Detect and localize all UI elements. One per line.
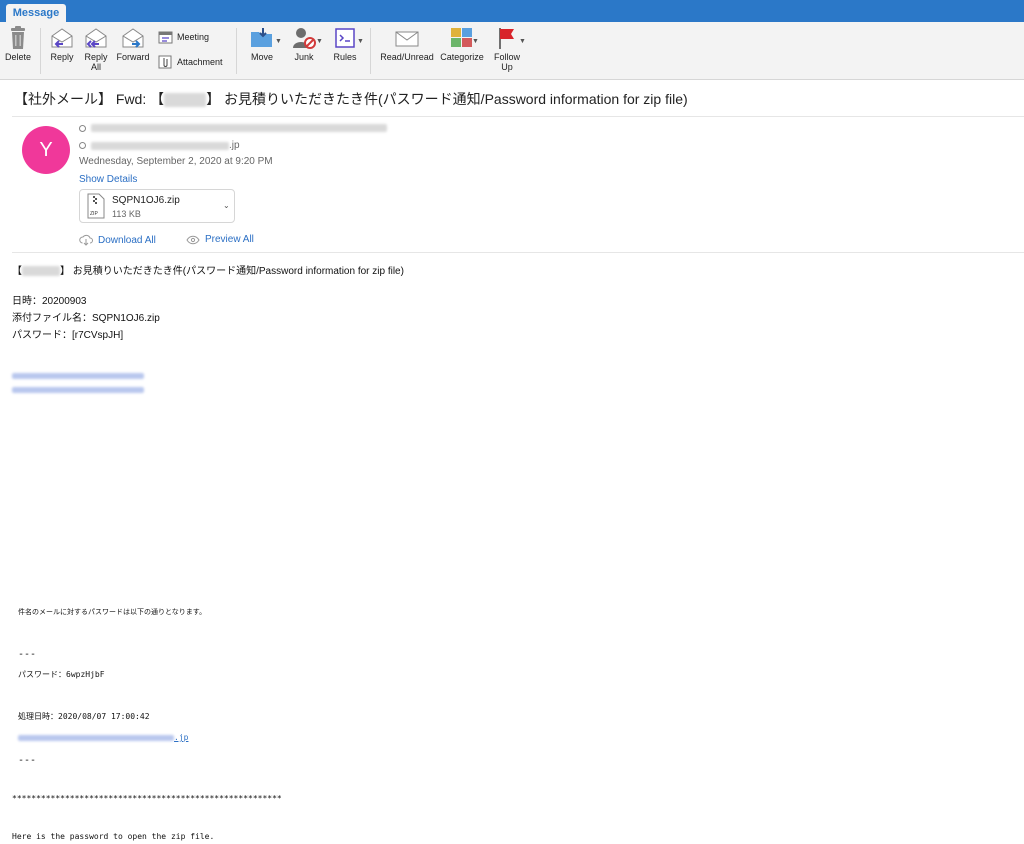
reply-all-label-1: Reply [84, 52, 108, 62]
forward-label: Forward [116, 52, 150, 62]
attachment-button[interactable]: Attachment [158, 55, 223, 69]
star-separator: ****************************************… [12, 794, 282, 803]
preview-all-label: Preview All [205, 234, 254, 245]
flag-icon [499, 28, 514, 49]
rules-chevron-down-icon[interactable]: ▼ [357, 38, 364, 45]
rules-button[interactable]: Rules [330, 26, 360, 62]
attachment-label: Attachment [177, 57, 223, 67]
datetime-line: 日時：20200903 [12, 296, 87, 307]
cloud-download-icon [79, 234, 93, 246]
rules-icon [335, 28, 355, 48]
redacted-email-link[interactable]: .jp [18, 733, 188, 742]
attachment-name: SQPN1OJ6.zip [112, 195, 180, 206]
zip-badge: ZIP [90, 211, 98, 217]
filename-line: 添付ファイル名：SQPN1OJ6.zip [12, 313, 160, 324]
heading-prefix: 【 [12, 266, 22, 277]
calendar-icon [158, 31, 173, 44]
link-suffix: .jp [174, 733, 189, 742]
subject-suffix: 】 お見積りいただきたき件(パスワード通知/Password informati… [206, 91, 688, 107]
categorize-button[interactable]: Categorize [437, 26, 487, 62]
separator-dashes: --- [18, 755, 37, 766]
move-button[interactable]: Move [245, 26, 279, 62]
envelope-icon [395, 31, 419, 47]
reply-all-button[interactable]: Reply All [81, 26, 111, 72]
delete-label: Delete [4, 52, 31, 62]
junk-button[interactable]: Junk [289, 26, 319, 62]
categorize-chevron-down-icon[interactable]: ▼ [472, 38, 479, 45]
show-details-link[interactable]: Show Details [79, 174, 137, 185]
meeting-label: Meeting [177, 32, 210, 42]
from-address[interactable] [79, 124, 387, 132]
reply-icon [51, 28, 73, 48]
heading-suffix: 】 お見積りいただきたき件(パスワード通知/Password informati… [60, 266, 404, 277]
header-divider [12, 116, 1024, 117]
read-unread-label: Read/Unread [380, 52, 434, 62]
chevron-down-icon[interactable]: ⌄ [223, 201, 230, 210]
read-unread-button[interactable]: Read/Unread [379, 26, 435, 62]
follow-up-chevron-down-icon[interactable]: ▼ [519, 38, 526, 45]
junk-label: Junk [294, 52, 314, 62]
trash-icon [11, 26, 25, 49]
forward-intro: 件名のメールに対するパスワードは以下の通りとなります。 [18, 609, 207, 616]
attachment-size: 113 KB [112, 209, 141, 219]
toolbar-divider [370, 28, 371, 74]
sender-avatar[interactable]: Y [22, 126, 70, 174]
toolbar-divider [40, 28, 41, 74]
junk-icon [293, 28, 316, 49]
status-dot-icon [79, 124, 86, 132]
tab-message[interactable]: Message [6, 4, 66, 22]
address-suffix: .jp [229, 140, 240, 151]
forward-icon [122, 28, 144, 48]
rules-label: Rules [333, 52, 357, 62]
redacted-link[interactable] [12, 387, 144, 393]
follow-up-label-1: Follow [493, 52, 520, 62]
follow-up-button[interactable]: Follow Up [490, 26, 524, 72]
ribbon-toolbar: Delete Reply Reply All Forward Meeting A… [0, 22, 1024, 80]
ribbon-tab-bar: Message [0, 0, 1024, 22]
redacted-link[interactable] [12, 373, 144, 379]
english-password-line: Here is the password to open the zip fil… [12, 832, 215, 841]
redacted-address [91, 141, 229, 150]
follow-up-label-2: Up [501, 62, 513, 72]
processed-at: 処理日時：2020/08/07 17:00:42 [18, 712, 150, 721]
folder-move-icon [251, 28, 272, 47]
redacted-link-text [18, 734, 174, 741]
download-all-button[interactable]: Download All [79, 234, 156, 246]
forward-password: パスワード：6wpzHjbF [18, 670, 105, 679]
reply-label: Reply [50, 52, 74, 62]
password-line: パスワード：[r7CVspJH] [12, 330, 124, 341]
move-chevron-down-icon[interactable]: ▼ [275, 38, 282, 45]
junk-chevron-down-icon[interactable]: ▼ [316, 38, 323, 45]
preview-all-button[interactable]: Preview All [186, 234, 254, 245]
to-address[interactable]: .jp [79, 140, 240, 151]
zip-file-icon: ZIP [87, 193, 105, 219]
redacted-text [164, 93, 207, 108]
redacted-text [22, 266, 60, 277]
reply-button[interactable]: Reply [47, 26, 77, 62]
toolbar-divider [236, 28, 237, 74]
download-all-label: Download All [98, 234, 156, 246]
sent-date: Wednesday, September 2, 2020 at 9:20 PM [79, 156, 273, 167]
body-heading: 【 】 お見積りいただきたき件(パスワード通知/Password informat… [12, 262, 404, 277]
move-label: Move [250, 52, 273, 62]
subject-prefix: 【社外メール】 Fwd: 【 [14, 91, 165, 107]
meeting-button[interactable]: Meeting [158, 30, 209, 44]
paperclip-icon [158, 55, 172, 69]
redacted-address [91, 124, 387, 132]
separator-dashes: --- [18, 649, 37, 660]
email-subject: 【社外メール】 Fwd: 【 】 お見積りいただきたき件(パスワード通知/Pass… [14, 89, 688, 109]
attachment-card[interactable]: ZIP SQPN1OJ6.zip 113 KB ⌄ [79, 189, 235, 223]
body-divider [12, 252, 1024, 253]
reply-all-icon [85, 28, 107, 48]
forward-button[interactable]: Forward [115, 26, 151, 62]
eye-icon [186, 235, 200, 244]
delete-button[interactable]: Delete [4, 26, 32, 62]
reply-all-label-2: All [90, 62, 101, 72]
status-dot-icon [79, 142, 86, 149]
categorize-label: Categorize [440, 52, 484, 62]
